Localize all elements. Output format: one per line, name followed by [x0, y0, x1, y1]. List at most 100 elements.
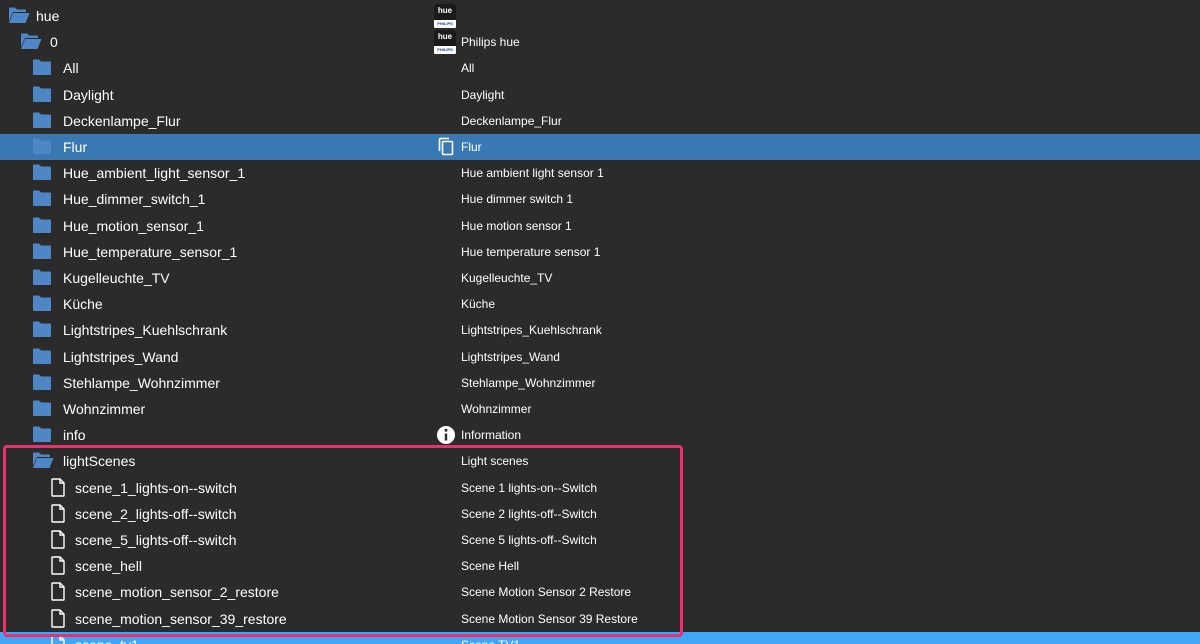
tree-row-description: Philips hue	[461, 35, 520, 50]
tree-row-hue[interactable]: hue hue PHILIPS	[0, 3, 1200, 29]
tree-row-name: Lightstripes_Wand	[63, 348, 179, 365]
tree-row-lightscenes[interactable]: lightScenes Light scenes	[0, 448, 1200, 474]
folder-icon	[32, 216, 54, 236]
tree-row-description: Light scenes	[461, 454, 529, 469]
tree-row-description: Scene Hell	[461, 559, 520, 574]
folder-open-icon	[20, 32, 42, 52]
folder-icon	[32, 320, 54, 340]
tree-row-description: Scene 1 lights-on--Switch	[461, 480, 598, 495]
tree-row-hue-0[interactable]: 0 hue PHILIPS Philips hue	[0, 29, 1200, 55]
tree-row-name: All	[63, 60, 79, 77]
folder-icon	[32, 294, 54, 314]
tree-row-description: Wohnzimmer	[461, 402, 532, 416]
tree-row-temperature[interactable]: Hue_temperature_sensor_1 Hue temperature …	[0, 239, 1200, 265]
hue-logo-text: hue	[437, 6, 453, 15]
tree-row-description: Hue dimmer switch 1	[461, 192, 574, 207]
info-icon	[434, 423, 458, 447]
tree-row-info[interactable]: info Information	[0, 422, 1200, 448]
tree-row-scenems39[interactable]: scene_motion_sensor_39_restore Scene Moti…	[0, 606, 1200, 632]
tree-row-description: Stehlampe_Wohnzimmer	[461, 375, 596, 390]
tree-row-description: Scene TV1	[461, 632, 520, 644]
file-icon	[50, 608, 72, 629]
tree-row-scene1[interactable]: scene_1_lights-on--switch Scene 1 lights-…	[0, 475, 1200, 501]
tree-row-scene5[interactable]: scene_5_lights-off--switch Scene 5 lights…	[0, 527, 1200, 553]
tree-row-name: Stehlampe_Wohnzimmer	[63, 374, 220, 391]
tree-row-name: Kugelleuchte_TV	[63, 270, 170, 286]
file-icon	[50, 582, 72, 602]
file-icon	[50, 477, 72, 498]
folder-icon	[32, 373, 54, 393]
tree-row-name: scene_1_lights-on--switch	[75, 479, 237, 496]
tree-row-wohnzimmer[interactable]: Wohnzimmer Wohnzimmer	[0, 396, 1200, 422]
philips-hue-logo: hue PHILIPS	[434, 30, 458, 55]
tree-row-name: 0	[50, 34, 58, 51]
tree-row-motion[interactable]: Hue_motion_sensor_1 Hue motion sensor 1	[0, 213, 1200, 239]
tree-row-dimmer[interactable]: Hue_dimmer_switch_1 Hue dimmer switch 1	[0, 186, 1200, 212]
tree-row-name: Hue_ambient_light_sensor_1	[63, 165, 246, 182]
philips-hue-logo: hue PHILIPS	[434, 4, 458, 28]
tree-row-description: Deckenlampe_Flur	[461, 113, 562, 128]
copy-icon[interactable]	[434, 135, 458, 159]
tree-row-description: Hue motion sensor 1	[461, 218, 572, 233]
tree-row-kugel[interactable]: Kugelleuchte_TV Kugelleuchte_TV	[0, 265, 1200, 291]
tree-row-all[interactable]: All All	[0, 55, 1200, 81]
folder-icon	[32, 58, 54, 78]
tree-row-name: scene_motion_sensor_2_restore	[75, 584, 279, 601]
tree-row-description: Daylight	[461, 87, 505, 102]
tree-row-description: Küche	[461, 297, 496, 312]
tree-row-description: Hue temperature sensor 1	[461, 244, 601, 259]
folder-icon	[32, 163, 54, 183]
file-icon	[50, 635, 72, 644]
tree-row-ls-wand[interactable]: Lightstripes_Wand Lightstripes_Wand	[0, 344, 1200, 370]
tree-row-name: scene_tv1	[75, 632, 139, 644]
hue-logo-brand: PHILIPS	[437, 21, 453, 26]
file-icon	[50, 530, 72, 550]
tree-row-scenetv1[interactable]: scene_tv1 Scene TV1	[0, 631, 1200, 644]
folder-open-icon	[32, 451, 54, 471]
tree-row-flur[interactable]: Flur Flur	[0, 134, 1200, 160]
tree-row-description: Scene 5 lights-off--Switch	[461, 533, 597, 547]
tree-row-scenehell[interactable]: scene_hell Scene Hell	[0, 553, 1200, 579]
tree-row-description: Scene Motion Sensor 39 Restore	[461, 611, 638, 626]
tree-row-description: Lightstripes_Wand	[461, 349, 560, 364]
folder-icon	[32, 399, 54, 419]
tree-row-name: hue	[36, 8, 60, 24]
tree-row-kueche[interactable]: Küche Küche	[0, 291, 1200, 317]
object-tree: hue hue PHILIPS 0 hue PHILIPS Philips hue All Al…	[0, 0, 1200, 644]
tree-row-description: Flur	[461, 140, 482, 154]
file-icon	[50, 504, 72, 524]
tree-row-name: info	[63, 427, 86, 444]
tree-row-daylight[interactable]: Daylight Daylight	[0, 82, 1200, 108]
tree-row-ls-kuehl[interactable]: Lightstripes_Kuehlschrank Lightstripes_Ku…	[0, 317, 1200, 343]
tree-row-description: Lightstripes_Kuehlschrank	[461, 323, 602, 338]
tree-row-ambient[interactable]: Hue_ambient_light_sensor_1 Hue ambient li…	[0, 160, 1200, 186]
tree-row-name: Hue_temperature_sensor_1	[63, 243, 238, 260]
tree-row-name: scene_2_lights-off--switch	[75, 505, 237, 522]
tree-row-name: Hue_motion_sensor_1	[63, 217, 204, 234]
tree-row-description: Scene 2 lights-off--Switch	[461, 506, 597, 521]
folder-icon	[32, 268, 54, 288]
folder-open-icon	[8, 6, 30, 26]
tree-row-scene2[interactable]: scene_2_lights-off--switch Scene 2 lights…	[0, 501, 1200, 527]
tree-row-name: Wohnzimmer	[63, 401, 146, 417]
tree-row-name: scene_hell	[75, 558, 142, 575]
tree-row-name: Küche	[63, 296, 103, 313]
folder-icon	[32, 425, 54, 445]
tree-row-description: Kugelleuchte_TV	[461, 271, 553, 285]
tree-row-name: scene_5_lights-off--switch	[75, 532, 237, 548]
tree-row-description: Information	[461, 428, 522, 443]
tree-row-description: Scene Motion Sensor 2 Restore	[461, 585, 632, 600]
tree-row-name: Daylight	[63, 86, 114, 103]
tree-row-stehlampe[interactable]: Stehlampe_Wohnzimmer Stehlampe_Wohnzimmer	[0, 370, 1200, 396]
tree-row-name: Flur	[63, 139, 88, 155]
tree-row-deckenlampe[interactable]: Deckenlampe_Flur Deckenlampe_Flur	[0, 108, 1200, 134]
file-icon	[50, 556, 72, 576]
tree-row-description: All	[461, 61, 475, 76]
folder-icon	[32, 347, 54, 367]
tree-row-scenems2[interactable]: scene_motion_sensor_2_restore Scene Motio…	[0, 579, 1200, 605]
folder-icon	[32, 111, 54, 131]
folder-icon	[32, 85, 54, 105]
tree-row-description: Hue ambient light sensor 1	[461, 166, 604, 181]
folder-icon	[32, 242, 54, 262]
tree-row-name: Deckenlampe_Flur	[63, 112, 181, 129]
